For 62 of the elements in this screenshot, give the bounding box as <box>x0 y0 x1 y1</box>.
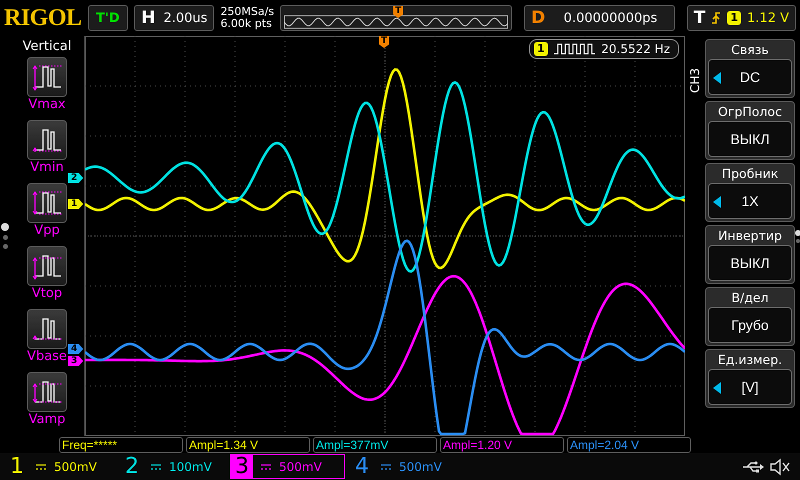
measure-label: Vmax <box>28 97 66 112</box>
menu-title: Vertical <box>22 39 72 54</box>
trigger-position-marker: T <box>379 36 390 48</box>
channel-marker[interactable]: 1 <box>68 199 84 209</box>
brand-logo: RIGOL <box>4 4 82 32</box>
measure-button[interactable] <box>27 372 67 412</box>
measure-label: Vmin <box>30 160 64 175</box>
channel-marker[interactable]: 3 <box>68 356 84 366</box>
channel-marker[interactable]: 2 <box>68 173 84 183</box>
measure-button[interactable] <box>27 57 67 97</box>
muted-speaker-icon <box>770 458 790 476</box>
channel-button[interactable]: 4 500mV <box>345 454 460 479</box>
menu-item-title: Пробник <box>722 165 778 183</box>
measure-button[interactable] <box>27 183 67 223</box>
measure-button[interactable] <box>27 246 67 286</box>
channel-tab[interactable]: CH3 <box>688 68 702 94</box>
menu-value-button[interactable]: ВЫКЛ <box>708 245 792 281</box>
menu-item-title: Связь <box>731 41 769 59</box>
menu-value-button[interactable]: Грубо <box>708 307 792 343</box>
menu-item-title: Ед.измер. <box>718 351 782 369</box>
measurement-readout: Ampl=2.04 V <box>567 436 691 452</box>
delay-label: D <box>531 8 546 28</box>
dc-coupling-icon <box>261 462 271 470</box>
dc-coupling-icon <box>36 462 46 470</box>
usb-icon <box>742 460 764 472</box>
menu-value-button[interactable]: ВЫКЛ <box>708 121 792 157</box>
measure-button[interactable] <box>27 309 67 349</box>
menu-value-button[interactable]: [V] <box>708 369 792 405</box>
measurement-readout: Freq=***** <box>59 436 183 452</box>
channel-button[interactable]: 2 100mV <box>115 454 230 479</box>
measure-label: Vamp <box>28 412 66 427</box>
trigger-source-badge: 1 <box>727 11 742 25</box>
trigger-position-marker: T <box>393 6 404 18</box>
trigger-status: T'D <box>88 5 128 31</box>
menu-item-title: Инвертир <box>718 227 782 245</box>
measure-label: Vtop <box>32 286 62 301</box>
channel-button[interactable]: 1 500mV <box>0 454 115 479</box>
square-wave-icon <box>554 43 596 55</box>
timebase-value: 2.00us <box>163 10 208 26</box>
menu-value-button[interactable]: 1X <box>708 183 792 219</box>
measure-label: Vbase <box>27 349 67 364</box>
measure-label: Vpp <box>34 223 60 238</box>
sample-rate: 250MSa/s <box>220 6 274 18</box>
counter-source-badge: 1 <box>534 42 548 56</box>
measurement-readout: Ampl=1.20 V <box>440 436 564 452</box>
delay-value: 0.00000000ps <box>562 10 658 26</box>
measurement-readout: Ampl=1.34 V <box>186 436 310 452</box>
channel-marker[interactable]: 4 <box>68 344 84 354</box>
dc-coupling-icon <box>151 462 161 470</box>
menu-value-button[interactable]: DC <box>708 59 792 95</box>
measure-button[interactable] <box>27 120 67 160</box>
trigger-level: 1.12 V <box>747 10 789 26</box>
trigger-label: T <box>694 8 706 28</box>
frequency-value: 20.5522 Hz <box>601 42 670 56</box>
rising-edge-icon <box>711 11 722 25</box>
channel-button[interactable]: 3 500mV <box>230 454 345 479</box>
memory-depth: 6.00k pts <box>220 18 273 30</box>
dc-coupling-icon <box>381 462 391 470</box>
measurement-readout: Ampl=377mV <box>313 436 437 452</box>
timebase-label: H <box>141 8 156 28</box>
menu-item-title: ОгрПолос <box>718 103 782 121</box>
menu-item-title: В/дел <box>731 289 769 307</box>
